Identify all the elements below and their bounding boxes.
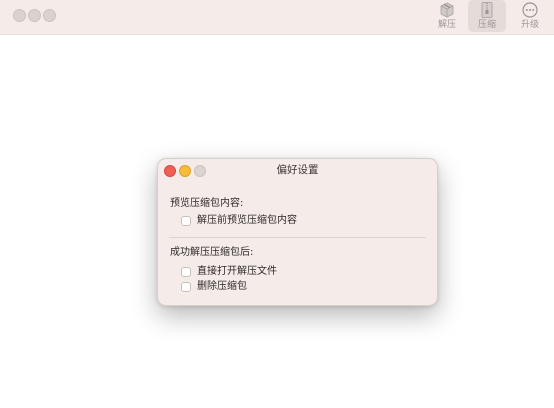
delete-archive-label: 删除压缩包 <box>197 281 247 292</box>
upgrade-button[interactable]: 升级 <box>511 0 549 32</box>
open-extracted-files-option[interactable]: 直接打开解压文件 <box>181 265 277 279</box>
compress-button[interactable]: 压缩 <box>468 0 506 32</box>
compress-button-label: 压缩 <box>477 20 496 30</box>
dialog-title: 偏好设置 <box>276 164 319 176</box>
delete-archive-option[interactable]: 删除压缩包 <box>181 280 247 294</box>
open-extracted-files-checkbox[interactable] <box>181 267 191 277</box>
upgrade-button-label: 升级 <box>520 20 539 30</box>
toolbar: 解压 压缩 升级 <box>0 0 554 35</box>
preview-before-extract-checkbox[interactable] <box>181 216 191 226</box>
extract-button[interactable]: 解压 <box>428 0 466 32</box>
section-divider <box>169 237 426 238</box>
ellipsis-circle-icon <box>520 1 540 19</box>
preview-section-label: 预览压缩包内容: <box>170 198 244 209</box>
open-extracted-files-label: 直接打开解压文件 <box>197 266 277 277</box>
after-extract-section-label: 成功解压压缩包后: <box>170 247 254 258</box>
preview-before-extract-option[interactable]: 解压前预览压缩包内容 <box>181 214 297 228</box>
preview-before-extract-label: 解压前预览压缩包内容 <box>197 215 297 226</box>
zipper-icon <box>477 1 497 19</box>
window-minimize-button[interactable] <box>28 9 41 22</box>
main-window: 解压 压缩 升级 偏好设置 预览压缩包内容: 解压前预览压缩包内容 成功解压压缩… <box>0 0 554 408</box>
extract-button-label: 解压 <box>437 20 456 30</box>
window-zoom-button[interactable] <box>43 9 56 22</box>
preferences-dialog: 偏好设置 预览压缩包内容: 解压前预览压缩包内容 成功解压压缩包后: 直接打开解… <box>157 158 438 306</box>
archive-box-icon <box>437 1 457 19</box>
window-close-button[interactable] <box>13 9 26 22</box>
delete-archive-checkbox[interactable] <box>181 282 191 292</box>
